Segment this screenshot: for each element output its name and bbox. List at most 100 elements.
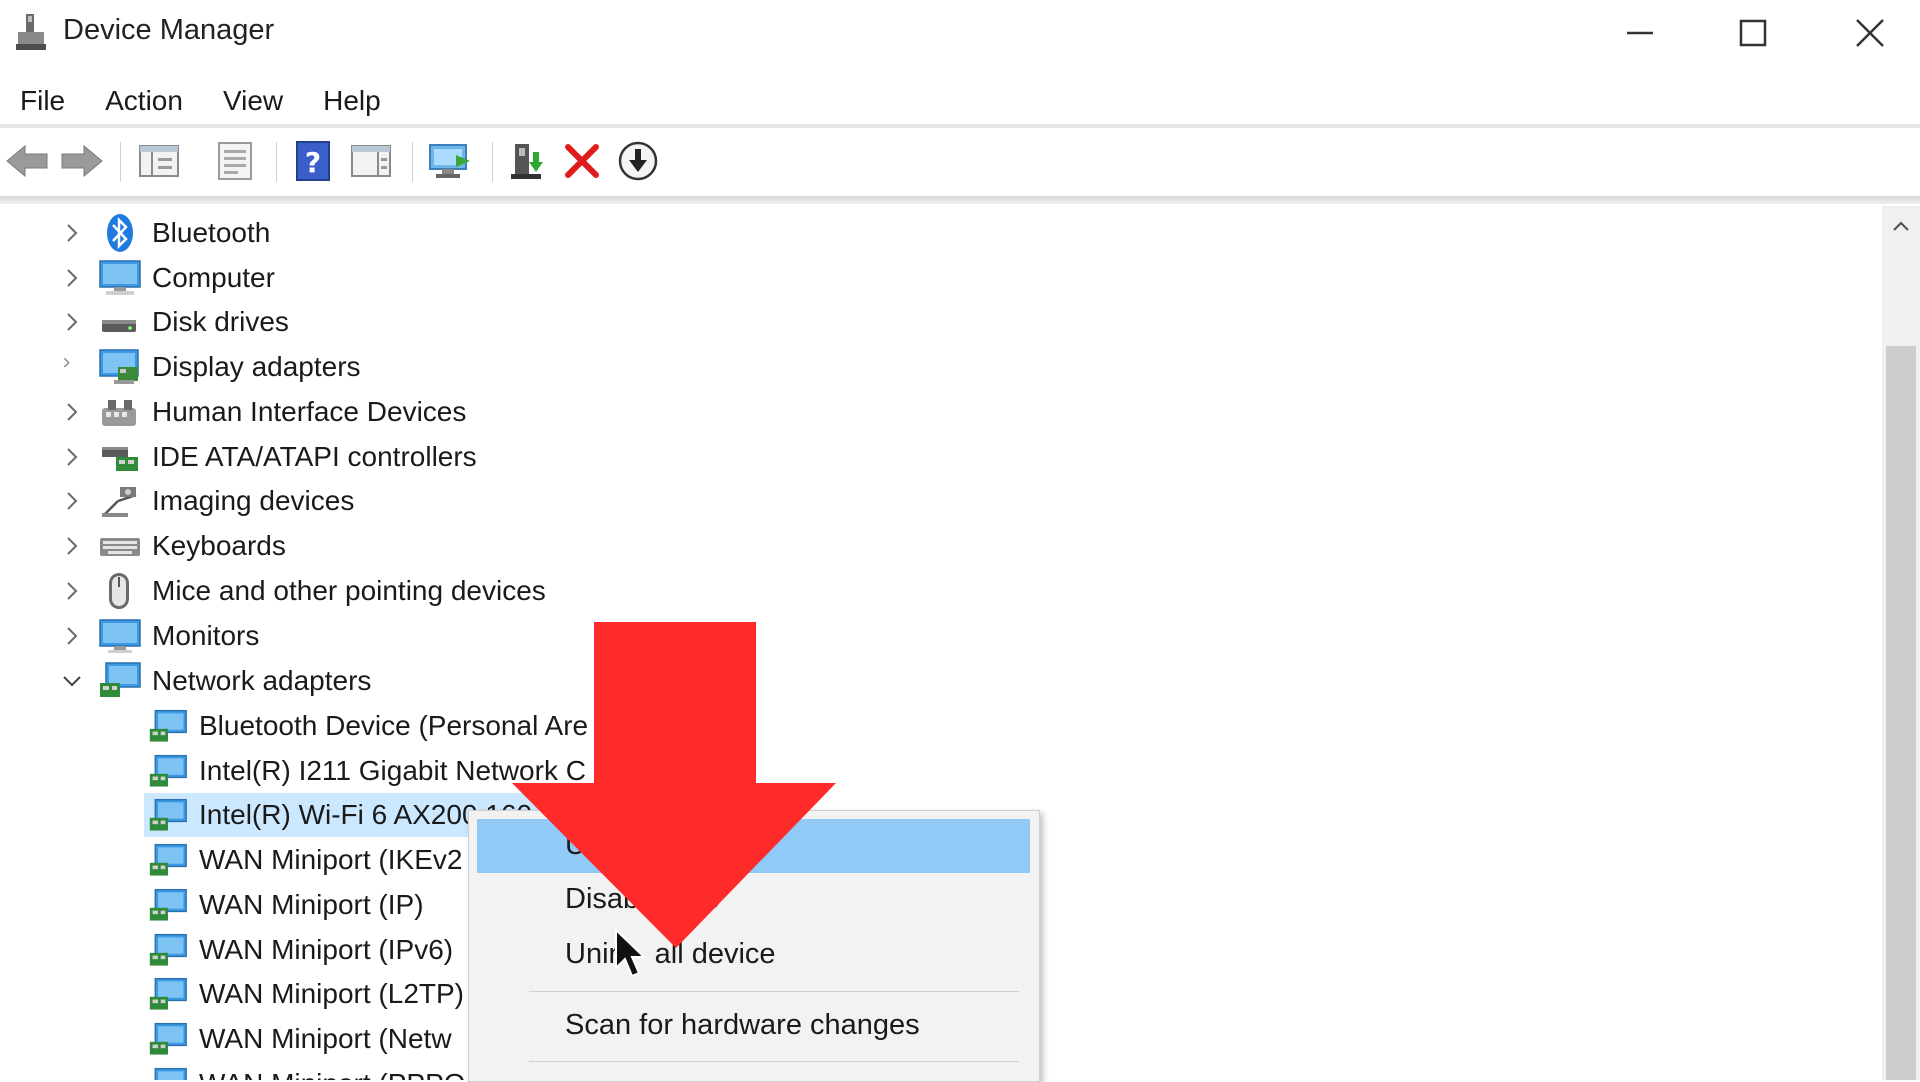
network-adapter-icon — [149, 933, 187, 966]
action-pane-icon — [351, 145, 391, 177]
ctx-item-label: Scan for hardware changes — [565, 1009, 920, 1041]
network-adapter-icon — [149, 843, 187, 876]
minimize-icon — [1627, 31, 1653, 35]
back-icon — [6, 144, 48, 178]
tree-device-label: WAN Miniport (IKEv2 — [199, 844, 463, 875]
properties-icon — [218, 142, 252, 180]
keyboard-icon — [100, 538, 140, 556]
uninstall-device-button[interactable] — [557, 136, 607, 186]
menu-bar: File Action View Help — [0, 78, 401, 124]
vertical-scrollbar[interactable] — [1882, 206, 1920, 1080]
tree-device-intel-i211[interactable]: Intel(R) I211 Gigabit Network C — [0, 749, 1880, 793]
tree-category-bluetooth[interactable]: Bluetooth — [0, 211, 1880, 255]
ctx-item-label: Unin all device — [565, 938, 776, 970]
tree-category-network-adapters[interactable]: Network adapters — [0, 659, 1880, 703]
tree-category-label: Monitors — [152, 620, 260, 651]
uninstall-device-icon — [565, 144, 599, 178]
ctx-uninstall-device[interactable]: Unin all device — [477, 928, 1030, 982]
chevron-right-icon[interactable] — [60, 624, 84, 648]
chevron-right-icon[interactable] — [60, 310, 84, 334]
network-adapter-icon — [149, 754, 187, 787]
chevron-up-icon — [1893, 221, 1909, 231]
scan-hardware-button[interactable] — [613, 136, 663, 186]
chevron-right-icon[interactable] — [60, 534, 84, 558]
chevron-down-icon[interactable] — [60, 669, 84, 693]
tree-category-mice-and-other-pointing-devices[interactable]: Mice and other pointing devices — [0, 569, 1880, 613]
tree-category-display-adapters[interactable]: Display adapters — [0, 345, 1880, 389]
tree-device-label: WAN Miniport (PPPO — [199, 1068, 466, 1080]
tree-category-ide-ata-atapi-controllers[interactable]: IDE ATA/ATAPI controllers — [0, 435, 1880, 479]
chevron-right-icon[interactable] — [60, 221, 84, 245]
toolbar-divider — [120, 142, 121, 182]
forward-button[interactable] — [57, 136, 107, 186]
close-button[interactable] — [1815, 0, 1920, 66]
ctx-scan-hardware[interactable]: Scan for hardware changes — [477, 999, 1030, 1053]
tree-category-computer[interactable]: Computer — [0, 256, 1880, 300]
help-button[interactable]: ? — [288, 136, 338, 186]
network-adapter-icon — [100, 662, 141, 697]
chevron-right-icon[interactable] — [60, 579, 84, 603]
ctx-item-label: Up — [565, 829, 603, 861]
console-tree-button[interactable] — [134, 136, 184, 186]
mouse-icon — [109, 573, 129, 609]
update-driver-button[interactable] — [424, 136, 474, 186]
scrollbar-thumb[interactable] — [1886, 346, 1916, 1080]
tree-category-label: Computer — [152, 262, 275, 293]
network-adapter-icon — [149, 798, 187, 831]
menu-help[interactable]: Help — [303, 78, 401, 124]
svg-text:?: ? — [305, 146, 321, 179]
ctx-divider — [529, 1061, 1019, 1062]
disk-drive-icon — [102, 320, 136, 332]
tree-category-label: Imaging devices — [152, 485, 355, 516]
network-adapter-icon — [149, 1022, 187, 1055]
back-button[interactable] — [2, 136, 52, 186]
scroll-up-button[interactable] — [1882, 206, 1920, 246]
chevron-right-icon[interactable] — [60, 445, 84, 469]
ctx-disable-device[interactable]: Disab ce — [477, 873, 1030, 927]
menu-view[interactable]: View — [203, 78, 303, 124]
tree-category-keyboards[interactable]: Keyboards — [0, 524, 1880, 568]
tree-category-label: Bluetooth — [152, 217, 271, 248]
chevron-right-icon[interactable] — [60, 489, 84, 513]
window-title: Device Manager — [63, 14, 275, 46]
toolbar-divider — [0, 196, 1920, 204]
close-icon — [1856, 19, 1884, 47]
tree-category-disk-drives[interactable]: Disk drives — [0, 300, 1880, 344]
ctx-divider — [529, 991, 1019, 992]
menu-file[interactable]: File — [0, 78, 85, 124]
properties-button[interactable] — [210, 136, 260, 186]
enable-device-button[interactable] — [502, 136, 552, 186]
tree-category-monitors[interactable]: Monitors — [0, 614, 1880, 658]
action-pane-button[interactable] — [346, 136, 396, 186]
menubar-divider — [0, 124, 1920, 128]
tree-category-label: IDE ATA/ATAPI controllers — [152, 441, 477, 472]
tree-device-label: Bluetooth Device (Personal Are — [199, 710, 589, 741]
network-adapter-icon — [149, 888, 187, 921]
tree-device-label: WAN Miniport (L2TP) — [199, 978, 465, 1009]
tree-category-label: Display adapters — [152, 351, 361, 382]
tree-category-label: Network adapters — [152, 665, 372, 696]
tree-category-label: Human Interface Devices — [152, 396, 467, 427]
tree-category-imaging-devices[interactable]: Imaging devices — [0, 479, 1880, 523]
minimize-button[interactable] — [1585, 0, 1695, 66]
tree-device-label: WAN Miniport (IPv6) — [199, 934, 454, 965]
menu-action[interactable]: Action — [85, 78, 203, 124]
maximize-icon — [1739, 19, 1767, 47]
scan-hardware-icon — [618, 141, 658, 181]
maximize-button[interactable] — [1698, 0, 1808, 66]
enable-device-icon — [511, 144, 543, 179]
ctx-update-driver[interactable]: Up — [477, 819, 1030, 873]
help-icon: ? — [296, 141, 330, 181]
toolbar-divider — [412, 142, 413, 182]
tree-device-bluetooth-personal-area[interactable]: Bluetooth Device (Personal Are — [0, 704, 1880, 748]
title-bar: Device Manager — [0, 0, 1920, 70]
chevron-right-icon[interactable] — [60, 400, 84, 424]
tree-category-label: Mice and other pointing devices — [152, 575, 546, 606]
show-hide-console-tree-icon — [139, 145, 179, 177]
tree-category-human-interface-devices[interactable]: Human Interface Devices — [0, 390, 1880, 434]
chevron-right-icon[interactable] — [60, 355, 84, 379]
context-menu: Up Disab ce Unin all device Scan for hardw… — [468, 810, 1040, 1082]
chevron-right-icon[interactable] — [60, 266, 84, 290]
tree-category-label: Keyboards — [152, 530, 286, 561]
toolbar-divider — [492, 142, 493, 182]
